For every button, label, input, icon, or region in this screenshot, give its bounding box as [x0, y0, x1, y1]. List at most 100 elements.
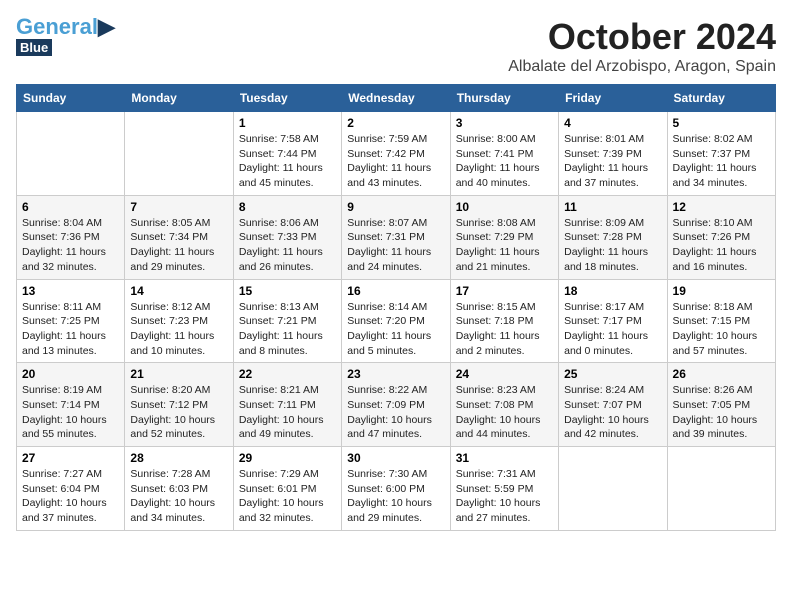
day-number: 8	[239, 200, 336, 214]
day-detail: Sunrise: 8:13 AMSunset: 7:21 PMDaylight:…	[239, 300, 336, 359]
day-number: 3	[456, 116, 553, 130]
day-number: 25	[564, 367, 661, 381]
day-detail: Sunrise: 8:00 AMSunset: 7:41 PMDaylight:…	[456, 132, 553, 191]
day-number: 27	[22, 451, 119, 465]
day-number: 24	[456, 367, 553, 381]
day-detail: Sunrise: 8:04 AMSunset: 7:36 PMDaylight:…	[22, 216, 119, 275]
calendar-cell: 27 Sunrise: 7:27 AMSunset: 6:04 PMDayligh…	[17, 447, 125, 531]
day-detail: Sunrise: 7:58 AMSunset: 7:44 PMDaylight:…	[239, 132, 336, 191]
day-detail: Sunrise: 8:02 AMSunset: 7:37 PMDaylight:…	[673, 132, 770, 191]
calendar-cell: 21 Sunrise: 8:20 AMSunset: 7:12 PMDayligh…	[125, 363, 233, 447]
logo: General▶ Blue	[16, 16, 115, 56]
day-number: 13	[22, 284, 119, 298]
calendar-cell: 28 Sunrise: 7:28 AMSunset: 6:03 PMDayligh…	[125, 447, 233, 531]
calendar-cell: 24 Sunrise: 8:23 AMSunset: 7:08 PMDayligh…	[450, 363, 558, 447]
day-number: 29	[239, 451, 336, 465]
day-detail: Sunrise: 7:27 AMSunset: 6:04 PMDaylight:…	[22, 467, 119, 526]
day-detail: Sunrise: 8:14 AMSunset: 7:20 PMDaylight:…	[347, 300, 444, 359]
day-number: 26	[673, 367, 770, 381]
calendar-cell: 3 Sunrise: 8:00 AMSunset: 7:41 PMDaylight…	[450, 112, 558, 196]
weekday-header: Tuesday	[233, 85, 341, 112]
calendar-cell: 11 Sunrise: 8:09 AMSunset: 7:28 PMDayligh…	[559, 195, 667, 279]
day-number: 10	[456, 200, 553, 214]
calendar-week-row: 20Sunrise: 8:19 AMSunset: 7:14 PMDayligh…	[17, 363, 776, 447]
day-detail: Sunrise: 8:11 AMSunset: 7:25 PMDaylight:…	[22, 300, 119, 359]
calendar-cell: 23 Sunrise: 8:22 AMSunset: 7:09 PMDayligh…	[342, 363, 450, 447]
calendar-cell: 9 Sunrise: 8:07 AMSunset: 7:31 PMDaylight…	[342, 195, 450, 279]
calendar-cell: 25 Sunrise: 8:24 AMSunset: 7:07 PMDayligh…	[559, 363, 667, 447]
logo-general: General	[16, 14, 98, 39]
calendar-cell: 15 Sunrise: 8:13 AMSunset: 7:21 PMDayligh…	[233, 279, 341, 363]
calendar-cell	[125, 112, 233, 196]
calendar-header-row: SundayMondayTuesdayWednesdayThursdayFrid…	[17, 85, 776, 112]
title-block: October 2024 Albalate del Arzobispo, Ara…	[508, 16, 776, 76]
calendar-cell: 10Sunrise: 8:08 AMSunset: 7:29 PMDayligh…	[450, 195, 558, 279]
day-detail: Sunrise: 8:05 AMSunset: 7:34 PMDaylight:…	[130, 216, 227, 275]
day-detail: Sunrise: 7:30 AMSunset: 6:00 PMDaylight:…	[347, 467, 444, 526]
weekday-header: Thursday	[450, 85, 558, 112]
day-detail: Sunrise: 8:06 AMSunset: 7:33 PMDaylight:…	[239, 216, 336, 275]
day-detail: Sunrise: 8:09 AMSunset: 7:28 PMDaylight:…	[564, 216, 661, 275]
calendar-cell: 16Sunrise: 8:14 AMSunset: 7:20 PMDayligh…	[342, 279, 450, 363]
calendar-cell: 4 Sunrise: 8:01 AMSunset: 7:39 PMDaylight…	[559, 112, 667, 196]
calendar-cell: 12Sunrise: 8:10 AMSunset: 7:26 PMDayligh…	[667, 195, 775, 279]
day-detail: Sunrise: 8:15 AMSunset: 7:18 PMDaylight:…	[456, 300, 553, 359]
calendar-cell: 20Sunrise: 8:19 AMSunset: 7:14 PMDayligh…	[17, 363, 125, 447]
weekday-header: Friday	[559, 85, 667, 112]
day-number: 9	[347, 200, 444, 214]
day-number: 28	[130, 451, 227, 465]
day-detail: Sunrise: 8:18 AMSunset: 7:15 PMDaylight:…	[673, 300, 770, 359]
day-detail: Sunrise: 8:07 AMSunset: 7:31 PMDaylight:…	[347, 216, 444, 275]
calendar-week-row: 27 Sunrise: 7:27 AMSunset: 6:04 PMDayligh…	[17, 447, 776, 531]
weekday-header: Sunday	[17, 85, 125, 112]
day-number: 21	[130, 367, 227, 381]
calendar-cell: 17 Sunrise: 8:15 AMSunset: 7:18 PMDayligh…	[450, 279, 558, 363]
weekday-header: Wednesday	[342, 85, 450, 112]
day-detail: Sunrise: 8:23 AMSunset: 7:08 PMDaylight:…	[456, 383, 553, 442]
day-number: 15	[239, 284, 336, 298]
day-detail: Sunrise: 7:31 AMSunset: 5:59 PMDaylight:…	[456, 467, 553, 526]
calendar-table: SundayMondayTuesdayWednesdayThursdayFrid…	[16, 84, 776, 531]
day-number: 30	[347, 451, 444, 465]
calendar-week-row: 6 Sunrise: 8:04 AMSunset: 7:36 PMDaylight…	[17, 195, 776, 279]
location: Albalate del Arzobispo, Aragon, Spain	[508, 58, 776, 76]
calendar-cell: 22Sunrise: 8:21 AMSunset: 7:11 PMDayligh…	[233, 363, 341, 447]
day-detail: Sunrise: 8:01 AMSunset: 7:39 PMDaylight:…	[564, 132, 661, 191]
calendar-cell: 6 Sunrise: 8:04 AMSunset: 7:36 PMDaylight…	[17, 195, 125, 279]
calendar-cell: 19 Sunrise: 8:18 AMSunset: 7:15 PMDayligh…	[667, 279, 775, 363]
day-number: 19	[673, 284, 770, 298]
day-number: 17	[456, 284, 553, 298]
day-detail: Sunrise: 7:29 AMSunset: 6:01 PMDaylight:…	[239, 467, 336, 526]
day-detail: Sunrise: 8:19 AMSunset: 7:14 PMDaylight:…	[22, 383, 119, 442]
calendar-cell: 7 Sunrise: 8:05 AMSunset: 7:34 PMDaylight…	[125, 195, 233, 279]
calendar-cell: 30 Sunrise: 7:30 AMSunset: 6:00 PMDayligh…	[342, 447, 450, 531]
day-detail: Sunrise: 8:26 AMSunset: 7:05 PMDaylight:…	[673, 383, 770, 442]
day-number: 4	[564, 116, 661, 130]
day-detail: Sunrise: 8:22 AMSunset: 7:09 PMDaylight:…	[347, 383, 444, 442]
calendar-cell	[559, 447, 667, 531]
calendar-cell: 26 Sunrise: 8:26 AMSunset: 7:05 PMDayligh…	[667, 363, 775, 447]
day-number: 1	[239, 116, 336, 130]
calendar-cell: 2 Sunrise: 7:59 AMSunset: 7:42 PMDaylight…	[342, 112, 450, 196]
day-number: 12	[673, 200, 770, 214]
calendar-cell: 14 Sunrise: 8:12 AMSunset: 7:23 PMDayligh…	[125, 279, 233, 363]
calendar-cell: 13 Sunrise: 8:11 AMSunset: 7:25 PMDayligh…	[17, 279, 125, 363]
day-number: 14	[130, 284, 227, 298]
day-detail: Sunrise: 8:24 AMSunset: 7:07 PMDaylight:…	[564, 383, 661, 442]
page-header: General▶ Blue October 2024 Albalate del …	[16, 16, 776, 76]
calendar-week-row: 1 Sunrise: 7:58 AMSunset: 7:44 PMDaylight…	[17, 112, 776, 196]
day-detail: Sunrise: 8:20 AMSunset: 7:12 PMDaylight:…	[130, 383, 227, 442]
day-number: 2	[347, 116, 444, 130]
calendar-cell: 31Sunrise: 7:31 AMSunset: 5:59 PMDayligh…	[450, 447, 558, 531]
day-detail: Sunrise: 7:28 AMSunset: 6:03 PMDaylight:…	[130, 467, 227, 526]
calendar-cell: 8 Sunrise: 8:06 AMSunset: 7:33 PMDaylight…	[233, 195, 341, 279]
day-detail: Sunrise: 8:12 AMSunset: 7:23 PMDaylight:…	[130, 300, 227, 359]
day-number: 5	[673, 116, 770, 130]
day-number: 6	[22, 200, 119, 214]
day-detail: Sunrise: 7:59 AMSunset: 7:42 PMDaylight:…	[347, 132, 444, 191]
day-number: 23	[347, 367, 444, 381]
day-number: 22	[239, 367, 336, 381]
calendar-cell	[667, 447, 775, 531]
day-number: 11	[564, 200, 661, 214]
day-number: 7	[130, 200, 227, 214]
